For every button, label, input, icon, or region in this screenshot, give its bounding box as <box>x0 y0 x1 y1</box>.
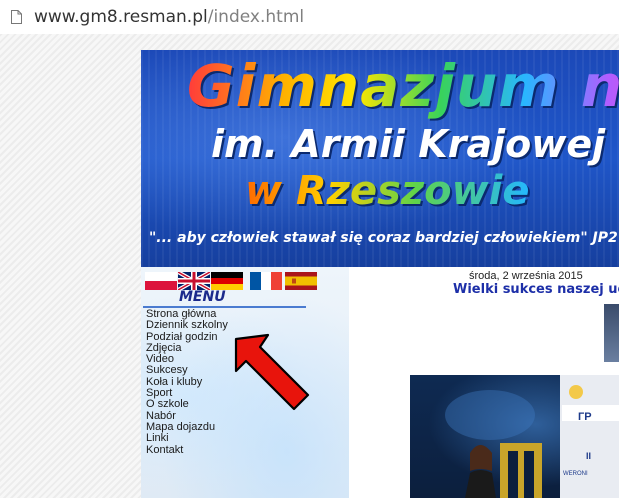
address-bar[interactable]: www.gm8.resman.pl/index.html <box>0 0 619 35</box>
svg-text:ГР: ГР <box>578 411 592 423</box>
main-content: środa, 2 września 2015 Wielki sukces nas… <box>349 267 619 498</box>
menu-title: MENU <box>179 289 226 305</box>
current-date: środa, 2 września 2015 <box>469 270 583 282</box>
main-menu: Strona główna Dziennik szkolny Podział g… <box>146 308 228 456</box>
menu-item-links[interactable]: Linki <box>146 432 228 444</box>
page-icon <box>11 10 22 24</box>
url-host: www.gm8.resman.pl <box>34 7 208 27</box>
url-path: /index.html <box>207 7 305 27</box>
menu-item-about[interactable]: O szkole <box>146 399 228 411</box>
german-flag-icon[interactable] <box>211 272 243 290</box>
news-thumbnail <box>604 304 619 362</box>
news-headline[interactable]: Wielki sukces naszej uc <box>453 282 619 297</box>
banner-title: Gimnazjum nr 8 <box>187 52 619 120</box>
singer-on-stage-image: ГР II WERONI <box>445 375 619 498</box>
banner-subtitle: im. Armii Krajowej <box>211 122 606 166</box>
banner-quote: "... aby człowiek stawał się coraz bardz… <box>149 230 618 246</box>
url-text[interactable]: www.gm8.resman.pl/index.html <box>34 7 304 27</box>
svg-text:II: II <box>586 451 591 461</box>
french-flag-icon[interactable] <box>250 272 282 290</box>
polish-flag-icon[interactable] <box>145 272 177 290</box>
spanish-flag-icon[interactable] <box>285 272 317 290</box>
red-arrow-icon <box>234 333 310 411</box>
news-photo[interactable]: ГР II WERONI <box>410 375 619 498</box>
school-banner: Gimnazjum nr 8 im. Armii Krajowej w Rzes… <box>141 50 619 267</box>
menu-item-gradebook[interactable]: Dziennik szkolny <box>146 319 228 331</box>
menu-item-contact[interactable]: Kontakt <box>146 444 228 456</box>
english-flag-icon[interactable] <box>178 272 210 290</box>
svg-text:WERONI: WERONI <box>563 471 588 477</box>
web-page: Gimnazjum nr 8 im. Armii Krajowej w Rzes… <box>0 34 619 498</box>
banner-city: w Rzeszowie <box>245 168 530 214</box>
